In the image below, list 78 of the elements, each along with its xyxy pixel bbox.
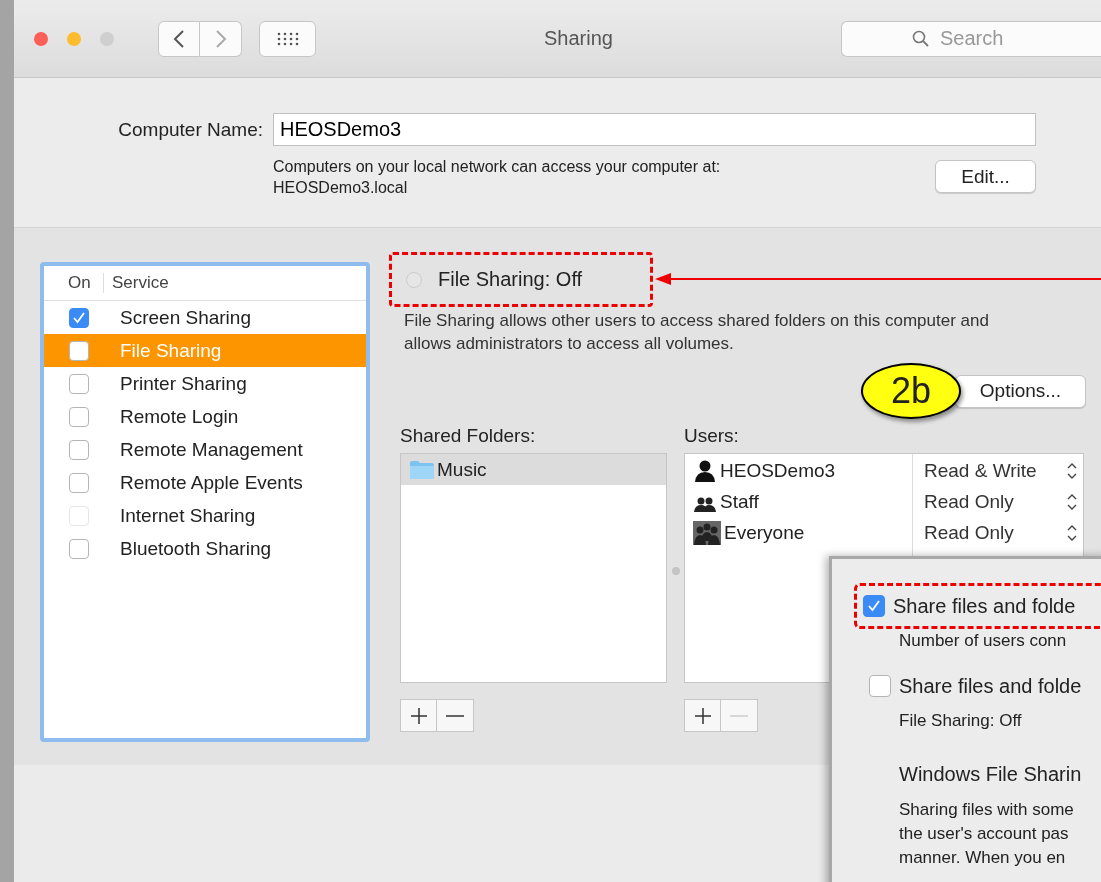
column-header: On [44, 273, 104, 293]
users-label: Users: [684, 425, 740, 448]
option-label: Share files and folde [893, 594, 1076, 618]
service-name: File Sharing [120, 339, 222, 362]
service-name: Internet Sharing [120, 504, 256, 527]
service-row[interactable]: Remote Apple Events [44, 466, 366, 499]
back-button[interactable] [158, 20, 200, 57]
checkbox[interactable] [69, 340, 89, 361]
plus-icon [409, 706, 428, 725]
service-name: Screen Sharing [120, 306, 251, 329]
folder-row[interactable]: Music [401, 454, 666, 485]
computer-name-label: Computer Name: [117, 118, 263, 141]
minus-icon [730, 714, 748, 717]
option-note: Number of users conn [899, 631, 1067, 651]
search-icon [912, 29, 930, 48]
service-name: Printer Sharing [120, 372, 247, 395]
search-field[interactable]: Search [938, 26, 1092, 51]
option-note: File Sharing: Off [899, 711, 1022, 731]
service-row[interactable]: Screen Sharing [44, 301, 366, 334]
search-bar[interactable]: Search [841, 20, 1101, 57]
checkbox[interactable] [869, 675, 891, 697]
checkbox[interactable] [69, 373, 89, 394]
text-line: manner. When you en [899, 847, 1066, 869]
minimize-icon[interactable] [67, 31, 81, 46]
minus-icon [446, 714, 464, 717]
chevron-right-icon [214, 28, 227, 49]
up-down-icon [1067, 461, 1077, 480]
up-down-icon [1067, 523, 1077, 542]
service-row[interactable]: Remote Management [44, 433, 366, 466]
option-label: Share files and folde [899, 674, 1082, 698]
grid-icon [276, 31, 299, 46]
network-note: Computers on your local network can access your computer at: [273, 158, 721, 176]
user-name: Everyone [724, 521, 805, 544]
text-line: the user's account pas [899, 823, 1069, 845]
status-label: File Sharing: Off [438, 268, 583, 291]
splitter-handle[interactable] [672, 567, 680, 575]
text-line: Sharing files with some [899, 799, 1074, 821]
window-title: Sharing [543, 27, 614, 50]
permission-dropdown[interactable]: Read & Write [913, 455, 1083, 486]
options-button[interactable]: Options... [955, 374, 1086, 408]
user-name: HEOSDemo3 [720, 459, 836, 482]
permission-dropdown[interactable]: Read Only [913, 517, 1083, 548]
user-name: Staff [720, 490, 759, 513]
checkmark-icon [867, 599, 881, 613]
remove-button[interactable] [437, 699, 474, 732]
close-icon[interactable] [34, 31, 48, 46]
show-all-button[interactable] [259, 20, 316, 57]
add-button[interactable] [684, 699, 721, 732]
service-row[interactable]: Bluetooth Sharing [44, 532, 366, 565]
group-icon [693, 520, 721, 545]
checkbox[interactable] [69, 439, 89, 460]
service-name: Remote Management [120, 438, 303, 461]
person-icon [693, 458, 717, 483]
checkbox[interactable] [69, 307, 89, 328]
section-heading: Windows File Sharin [899, 763, 1082, 786]
checkbox[interactable] [69, 406, 89, 427]
service-name: Remote Login [120, 405, 239, 428]
checkbox[interactable] [69, 538, 89, 559]
add-button[interactable] [400, 699, 437, 732]
checkbox[interactable] [863, 595, 885, 617]
service-row[interactable]: Remote Login [44, 400, 366, 433]
folder-icon [409, 459, 435, 480]
checkmark-icon [72, 310, 86, 325]
up-down-icon [1067, 492, 1077, 511]
plus-icon [693, 706, 712, 725]
chevron-left-icon [173, 28, 185, 49]
permission-dropdown[interactable]: Read Only [913, 486, 1083, 517]
service-name: Remote Apple Events [120, 471, 303, 494]
local-address: HEOSDemo3.local [273, 179, 409, 197]
checkbox[interactable] [69, 472, 89, 493]
column-header: Service [111, 273, 169, 293]
service-name: Bluetooth Sharing [120, 537, 272, 560]
shared-folders-label: Shared Folders: [400, 425, 537, 448]
description: File Sharing allows other users to access shared folders on this computer and allows administrators to access all volumes. [404, 310, 990, 355]
callout-badge: 2b [861, 363, 961, 419]
computer-name-field[interactable]: HEOSDemo3 [273, 113, 1036, 146]
edit-button[interactable]: Edit... [935, 160, 1036, 193]
service-row[interactable]: Printer Sharing [44, 367, 366, 400]
